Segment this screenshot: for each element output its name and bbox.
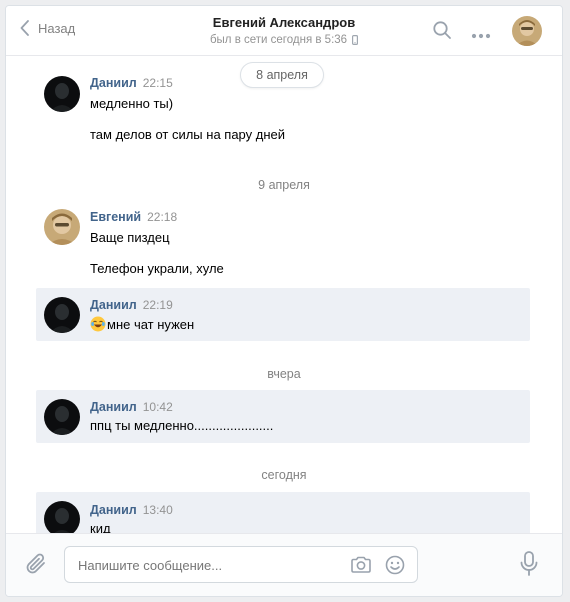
camera-button[interactable] [350,555,372,580]
message-text: Телефон украли, хуле [90,261,224,276]
search-icon [433,21,451,39]
message-text: медленно ты) [90,96,174,111]
message-text: там делов от силы на пару дней [90,127,286,142]
message-author[interactable]: Евгений 22:18 [90,210,177,224]
search-button[interactable] [432,20,452,45]
mobile-icon [352,35,359,45]
message-time: 22:15 [142,76,173,90]
peer-avatar[interactable] [512,16,542,46]
emoji-button[interactable] [385,555,405,580]
smile-icon [385,555,405,575]
message-author[interactable]: Даниил 10:42 [90,400,173,414]
date-separator: вчера [267,367,301,381]
chat-header: Назад Евгений Александров был в сети сег… [6,6,562,56]
message-text: ппц ты медленно...................... [90,418,274,433]
date-separator: 9 апреля [258,178,310,192]
message-text: кид [90,521,111,533]
back-button[interactable]: Назад [20,20,75,36]
avatar[interactable] [44,399,80,435]
date-separator: сегодня [261,468,307,482]
avatar[interactable] [44,209,80,245]
message-text: Ваще пиздец [90,230,170,245]
chevron-left-icon [20,20,29,36]
more-button[interactable] [471,26,491,44]
message-time: 10:42 [142,400,173,414]
message-author[interactable]: Даниил 22:15 [90,76,173,90]
message-group[interactable]: Даниил 22:19 мне чат нужен [36,288,530,341]
peer-status: был в сети сегодня в 5:36 [209,34,359,46]
avatar[interactable] [44,76,80,112]
microphone-icon [520,551,538,576]
peer-status-text: был в сети сегодня в 5:36 [209,34,348,46]
laughing-emoji-icon [90,316,106,332]
message-time: 22:18 [147,210,178,224]
message-group[interactable]: Даниил 22:15 медленно ты) там делов от си… [36,70,530,150]
more-icon [471,33,491,39]
message-time: 13:40 [142,503,173,517]
message-time: 22:19 [142,298,173,312]
message-composer: Напишите сообщение... [6,533,562,596]
avatar[interactable] [44,501,80,533]
message-group[interactable]: Евгений 22:18 Ваще пиздец Телефон украли,… [36,203,530,283]
attach-button[interactable] [25,552,49,583]
message-history[interactable]: 8 апреля Даниил 22:15 медленно ты) там де… [6,57,562,533]
camera-icon [351,556,371,573]
message-group[interactable]: Даниил 13:40 кид [36,492,530,533]
message-author[interactable]: Даниил 22:19 [90,298,173,312]
message-input-placeholder: Напишите сообщение... [78,558,223,573]
back-label: Назад [38,20,76,36]
message-input[interactable]: Напишите сообщение... [64,546,418,583]
attach-icon [26,553,45,574]
message-text: мне чат нужен [90,316,194,332]
voice-message-button[interactable] [519,551,539,582]
chat-window: Назад Евгений Александров был в сети сег… [5,5,563,597]
avatar[interactable] [44,297,80,333]
message-group[interactable]: Даниил 10:42 ппц ты медленно.............… [36,390,530,443]
message-author[interactable]: Даниил 13:40 [90,503,173,517]
